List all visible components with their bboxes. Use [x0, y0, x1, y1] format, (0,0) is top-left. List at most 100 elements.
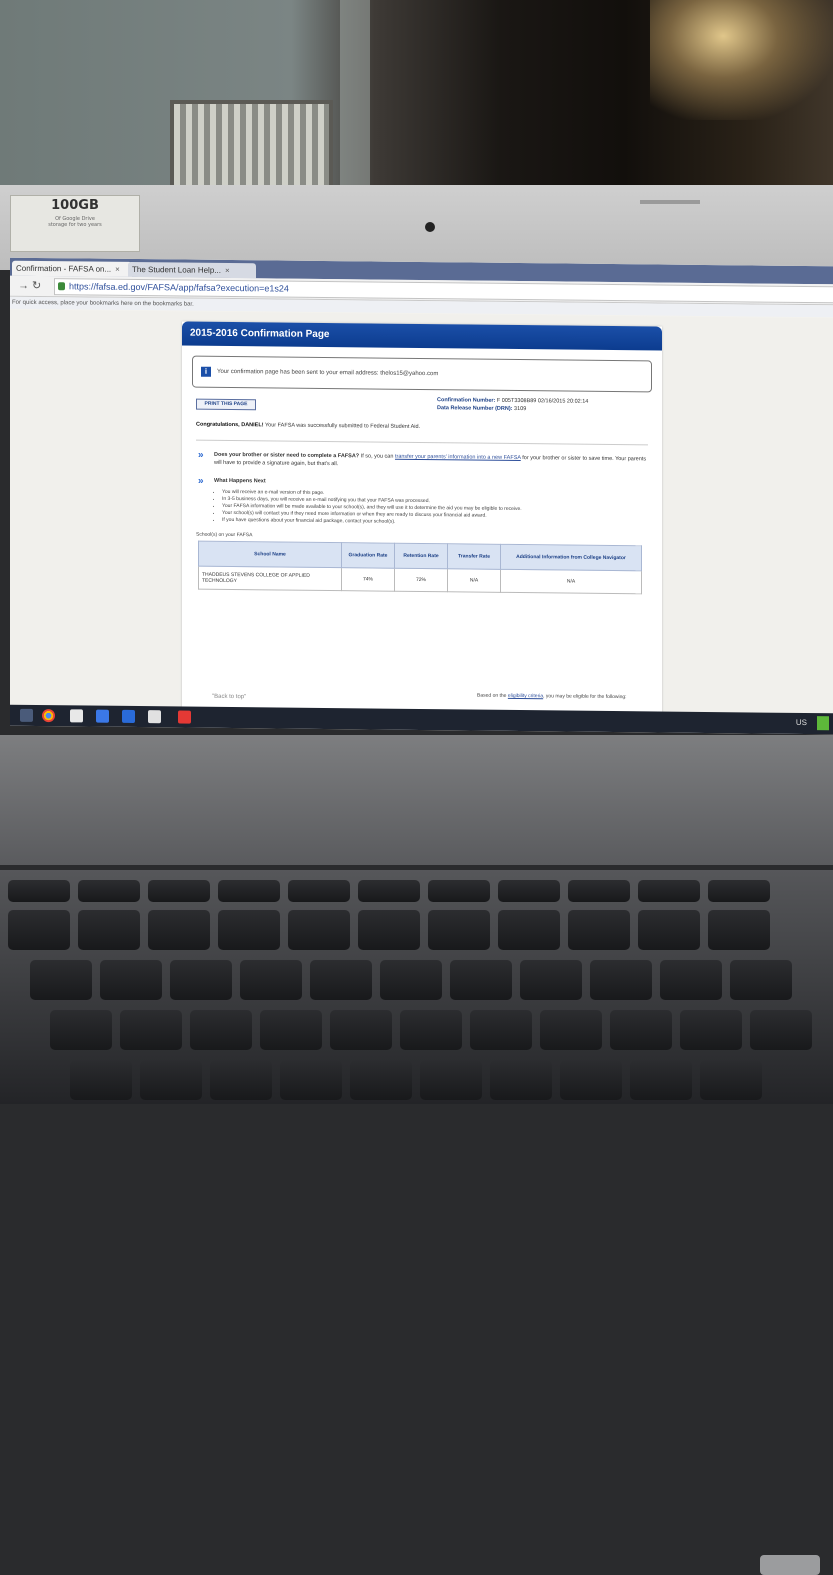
chevron-right-icon: » [198, 475, 204, 487]
laptop-screen: Confirmation - FAFSA on... × The Student … [10, 257, 833, 735]
close-icon[interactable]: × [115, 265, 120, 274]
next-steps-list: You will receive an e-mail version of th… [214, 489, 662, 529]
key [520, 960, 582, 1000]
table-cell: N/A [447, 568, 501, 593]
key [100, 960, 162, 1000]
next-steps-section: » What Happens Next [196, 475, 648, 490]
back-to-top-link[interactable]: "Back to top" [212, 694, 246, 700]
key [470, 1010, 532, 1050]
key [78, 880, 140, 902]
transfer-parents-link[interactable]: transfer your parents' information into … [395, 454, 521, 461]
table-row: THADDEUS STEVENS COLLEGE OF APPLIED TECH… [198, 566, 642, 594]
info-icon: i [201, 366, 211, 377]
url-text: https://fafsa.ed.gov/FAFSA/app/fafsa?exe… [69, 281, 289, 294]
confirmation-card: 2015-2016 Confirmation Page i Your confi… [182, 321, 662, 717]
key [280, 1060, 342, 1100]
table-cell: THADDEUS STEVENS COLLEGE OF APPLIED TECH… [198, 566, 342, 591]
web-page: 2015-2016 Confirmation Page i Your confi… [10, 309, 833, 717]
sticker-title: 100GB [51, 198, 99, 213]
docs-icon[interactable] [96, 709, 109, 723]
keyboard [0, 870, 833, 1104]
files-icon[interactable] [122, 709, 135, 723]
key [350, 1060, 412, 1100]
number-key-row [8, 910, 770, 952]
key [148, 880, 210, 902]
webcam [425, 222, 435, 232]
key [260, 1010, 322, 1050]
key [428, 910, 490, 950]
tab-label: Confirmation - FAFSA on... [16, 263, 112, 274]
key [310, 960, 372, 1000]
eligibility-link[interactable]: eligibility criteria [508, 693, 543, 699]
sibling-section: » Does your brother or sister need to co… [196, 450, 648, 472]
key [660, 960, 722, 1000]
key [358, 880, 420, 902]
notice-text: Your confirmation page has been sent to … [217, 368, 439, 378]
key [8, 910, 70, 950]
key [50, 1010, 112, 1050]
key [708, 880, 770, 902]
column-header[interactable]: Graduation Rate [341, 542, 395, 569]
schools-table: School Name Graduation Rate Retention Ra… [198, 541, 642, 595]
wall-vent [170, 100, 333, 198]
key [708, 910, 770, 950]
key [428, 880, 490, 902]
key [358, 910, 420, 950]
key [700, 1060, 762, 1100]
table-cell: 74% [341, 567, 395, 592]
chrome-icon[interactable] [42, 709, 55, 723]
confirmation-row: PRINT THIS PAGE Confirmation Number: F 0… [182, 387, 662, 422]
key [638, 910, 700, 950]
sibling-question: Does your brother or sister need to comp… [214, 451, 360, 460]
lock-icon [58, 282, 65, 291]
table-cell: 72% [394, 568, 448, 592]
key [78, 910, 140, 950]
gmail-icon[interactable] [70, 709, 83, 723]
forward-arrow-icon[interactable]: → [18, 278, 29, 294]
key [750, 1010, 812, 1050]
key [400, 1010, 462, 1050]
confirmation-label: Confirmation Number: [437, 397, 496, 404]
key [568, 880, 630, 902]
next-heading: What Happens Next [214, 477, 266, 485]
drn-value: 3109 [514, 405, 527, 413]
tab-fafsa-confirmation[interactable]: Confirmation - FAFSA on... × [12, 260, 132, 277]
column-header[interactable]: Transfer Rate [447, 543, 501, 570]
key [288, 880, 350, 902]
key [140, 1060, 202, 1100]
key [330, 1010, 392, 1050]
key [420, 1060, 482, 1100]
key [218, 880, 280, 902]
column-header: School Name [198, 541, 342, 568]
eligibility-text-2: , you may be eligible for the following: [543, 693, 627, 701]
key [70, 1060, 132, 1100]
door-frame [340, 0, 370, 200]
key [680, 1010, 742, 1050]
eligibility-text: Based on the [477, 692, 507, 699]
table-cell: N/A [500, 569, 642, 594]
key [170, 960, 232, 1000]
email-notice: i Your confirmation page has been sent t… [192, 355, 652, 393]
laptop-hinge-area [0, 735, 833, 1575]
key [210, 1060, 272, 1100]
launcher-icon[interactable] [20, 708, 33, 722]
column-header[interactable]: Additional Information from College Navi… [500, 544, 642, 571]
reload-icon[interactable]: ↻ [32, 278, 41, 294]
input-method-status[interactable]: US [796, 718, 807, 727]
youtube-icon[interactable] [178, 710, 191, 724]
docs-page-icon[interactable] [148, 710, 161, 724]
page-title: 2015-2016 Confirmation Page [182, 321, 662, 351]
tab-student-loan[interactable]: The Student Loan Help... × [128, 261, 256, 279]
column-header[interactable]: Retention Rate [394, 543, 448, 569]
key [590, 960, 652, 1000]
key [630, 1060, 692, 1100]
battery-icon [817, 716, 829, 731]
key [218, 910, 280, 950]
home-key-row [50, 1010, 812, 1052]
qwerty-key-row [30, 960, 792, 1002]
key [8, 880, 70, 902]
print-button[interactable]: PRINT THIS PAGE [196, 398, 256, 411]
key [120, 1010, 182, 1050]
close-icon[interactable]: × [225, 266, 230, 275]
key [638, 880, 700, 902]
